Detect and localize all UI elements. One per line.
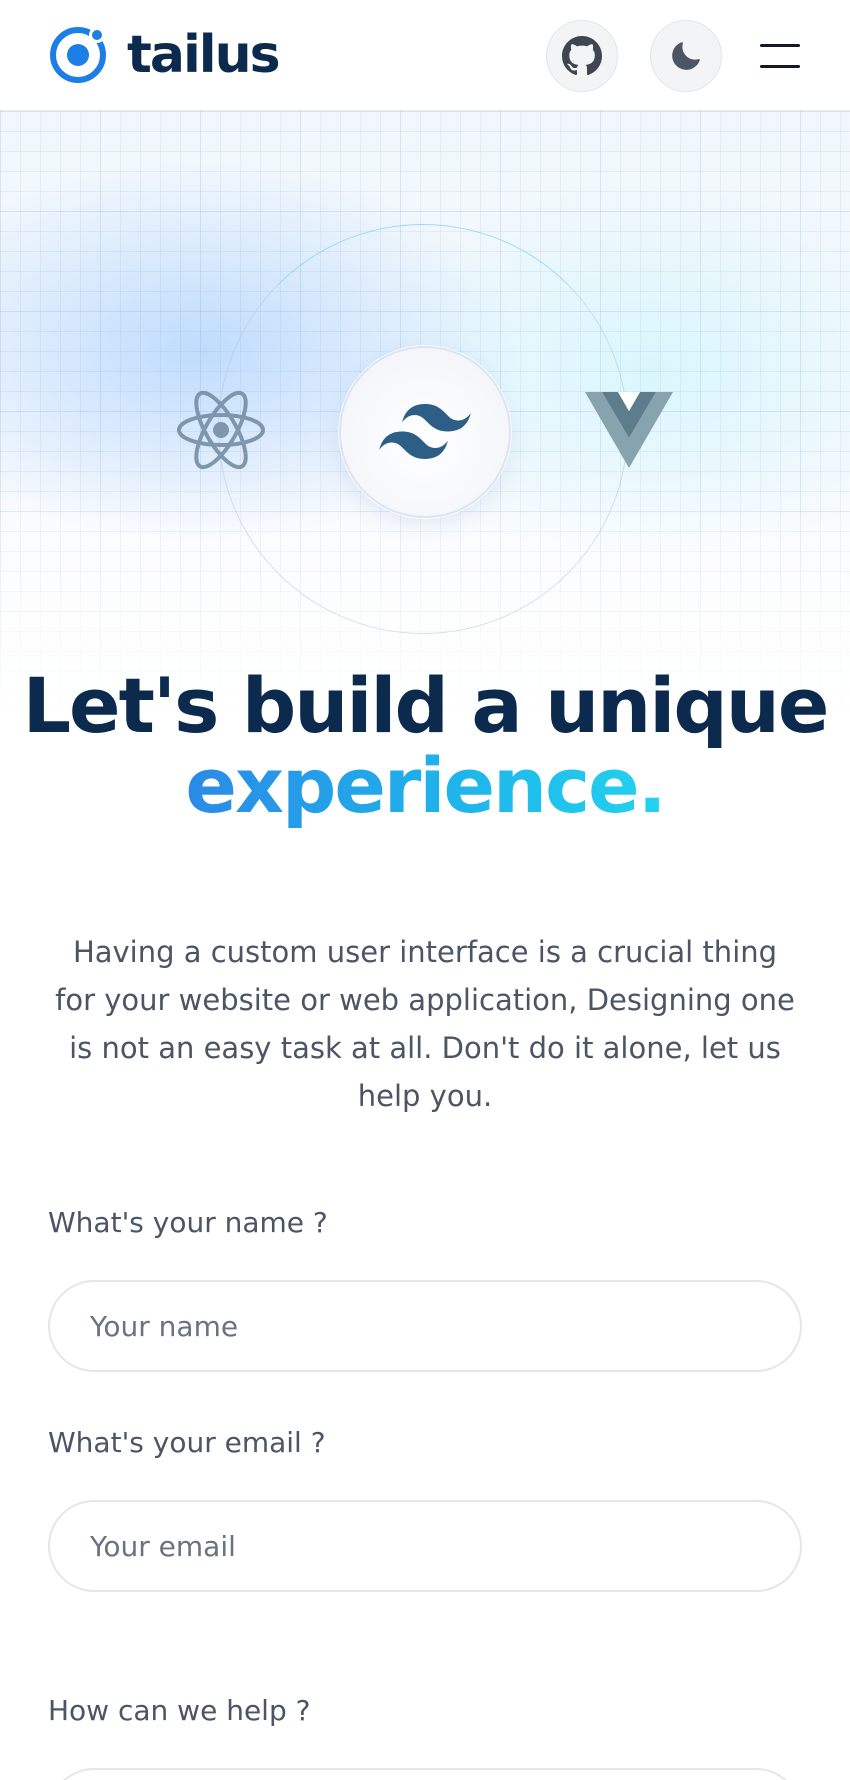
theme-toggle-button[interactable] (650, 20, 722, 92)
vue-icon (585, 392, 673, 468)
hero-headline-accent: experience. (0, 745, 850, 827)
hero-intro-text: Having a custom user interface is a cruc… (55, 935, 795, 1113)
email-label: What's your email ? (48, 1426, 326, 1459)
brand-name: tailus (127, 25, 281, 85)
github-button[interactable] (546, 20, 618, 92)
help-textarea[interactable] (48, 1768, 802, 1780)
menu-line-icon (760, 65, 800, 68)
brand-logo[interactable]: tailus (47, 24, 281, 86)
help-label: How can we help ? (48, 1694, 311, 1727)
hero-headline-accent-text: experience. (185, 741, 666, 830)
tailwind-icon (379, 404, 471, 459)
hamburger-menu-button[interactable] (756, 40, 808, 72)
hero-headline: Let's build a unique (22, 661, 830, 750)
react-icon (177, 390, 265, 470)
moon-icon (672, 42, 700, 70)
tailus-logo-icon (50, 27, 106, 83)
name-label: What's your name ? (48, 1206, 328, 1239)
tailwind-badge (339, 346, 511, 518)
name-input[interactable] (48, 1280, 802, 1372)
menu-line-icon (760, 44, 800, 47)
top-navbar: tailus (0, 0, 850, 111)
github-icon (562, 36, 602, 76)
email-input[interactable] (48, 1500, 802, 1592)
